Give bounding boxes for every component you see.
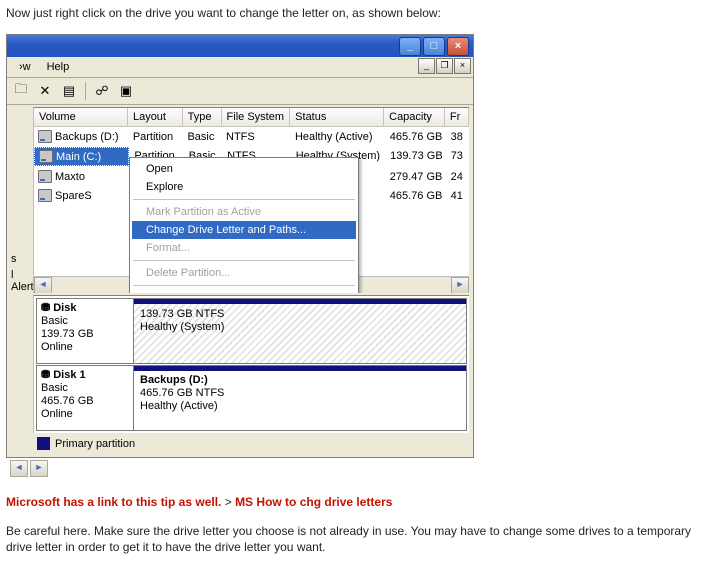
scroll-left-icon[interactable]: ◄ (34, 277, 52, 293)
drive-icon (38, 170, 52, 183)
disk-icon: ⛃ (41, 369, 50, 382)
frame-hscrollbar[interactable]: ◄ ► (10, 460, 717, 477)
legend-label: Primary partition (55, 438, 135, 450)
footer-tip: Microsoft has a link to this tip as well… (6, 495, 717, 509)
col-filesystem[interactable]: File System (222, 108, 291, 127)
col-capacity[interactable]: Capacity (384, 108, 445, 127)
disk-info: ⛃Disk Basic 139.73 GB Online (37, 299, 134, 363)
col-type[interactable]: Type (183, 108, 222, 127)
mdi-window-controls: _ ❐ × (418, 58, 471, 74)
volume-list-body: Backups (D:) Partition Basic NTFS Health… (34, 127, 469, 205)
ctx-separator (133, 285, 355, 286)
volume-list-header: Volume Layout Type File System Status Ca… (34, 108, 469, 127)
drive-icon (39, 150, 53, 163)
scroll-left-icon[interactable]: ◄ (10, 460, 28, 477)
col-status[interactable]: Status (290, 108, 384, 127)
caution-text: Be careful here. Make sure the drive let… (6, 523, 717, 555)
col-free[interactable]: Fr (445, 108, 469, 127)
toolbar-properties-icon[interactable]: ▤ (59, 81, 79, 101)
menubar-item-ow[interactable]: ›w (11, 59, 39, 75)
toolbar-view-icon[interactable]: ▣ (116, 81, 136, 101)
context-menu: Open Explore Mark Partition as Active Ch… (129, 157, 359, 293)
ms-howto-link[interactable]: MS How to chg drive letters (235, 495, 392, 509)
titlebar-close-icon[interactable]: × (447, 37, 469, 56)
mdi-restore-icon[interactable]: ❐ (436, 58, 453, 74)
disk-row: ⛃Disk 1 Basic 465.76 GB Online Backups (… (36, 365, 467, 431)
toolbar-delete-icon[interactable]: ✕ (35, 81, 55, 101)
scroll-right-icon[interactable]: ► (451, 277, 469, 293)
toolbar-refresh-icon[interactable]: ☍ (92, 81, 112, 101)
titlebar-min-icon[interactable]: _ (399, 37, 421, 56)
ctx-open[interactable]: Open (132, 160, 356, 178)
toolbar-separator (85, 82, 86, 100)
disk-icon: ⛃ (41, 302, 50, 315)
legend-swatch-primary (37, 437, 50, 450)
instruction-text: Now just right click on the drive you wa… (6, 6, 717, 20)
left-panel-cropped: s l Alert: (11, 157, 33, 293)
ctx-separator (133, 260, 355, 261)
drive-icon (38, 130, 52, 143)
drive-icon (38, 189, 52, 202)
ctx-properties[interactable]: Properties (132, 289, 356, 293)
ctx-format: Format... (132, 239, 356, 257)
volume-list: Volume Layout Type File System Status Ca… (33, 107, 469, 293)
disk-management-window: _ □ × ›w Help _ ❐ × 🗀 ✕ ▤ ☍ ▣ s l Alert:… (6, 34, 474, 458)
window-titlebar: _ □ × (7, 35, 473, 57)
table-row[interactable]: Backups (D:) Partition Basic NTFS Health… (34, 127, 469, 146)
ctx-delete-partition: Delete Partition... (132, 264, 356, 282)
menubar-item-help[interactable]: Help (39, 59, 78, 75)
disk-row: ⛃Disk Basic 139.73 GB Online 139.73 GB N… (36, 298, 467, 364)
col-layout[interactable]: Layout (128, 108, 183, 127)
footer-gt: > (221, 495, 235, 509)
menubar: ›w Help _ ❐ × (7, 57, 473, 78)
disk-graphic-panel: ⛃Disk Basic 139.73 GB Online 139.73 GB N… (33, 295, 469, 433)
titlebar-max-icon[interactable]: □ (423, 37, 445, 56)
footer-lead: Microsoft has a link to this tip as well… (6, 495, 221, 509)
ctx-separator (133, 199, 355, 200)
mdi-close-icon[interactable]: × (454, 58, 471, 74)
content-pane: s l Alert: Volume Layout Type File Syste… (7, 107, 473, 453)
disk-partition[interactable]: 139.73 GB NTFS Healthy (System) (134, 299, 466, 363)
legend: Primary partition (33, 434, 469, 453)
disk-partition[interactable]: Backups (D:) 465.76 GB NTFS Healthy (Act… (134, 366, 466, 430)
col-volume[interactable]: Volume (34, 108, 128, 127)
scroll-right-icon[interactable]: ► (30, 460, 48, 477)
disk-info: ⛃Disk 1 Basic 465.76 GB Online (37, 366, 134, 430)
toolbar: 🗀 ✕ ▤ ☍ ▣ (7, 78, 473, 105)
toolbar-save-icon[interactable]: 🗀 (11, 81, 31, 101)
ctx-mark-active: Mark Partition as Active (132, 203, 356, 221)
mdi-min-icon[interactable]: _ (418, 58, 435, 74)
ctx-explore[interactable]: Explore (132, 178, 356, 196)
ctx-change-drive-letter[interactable]: Change Drive Letter and Paths... (132, 221, 356, 239)
